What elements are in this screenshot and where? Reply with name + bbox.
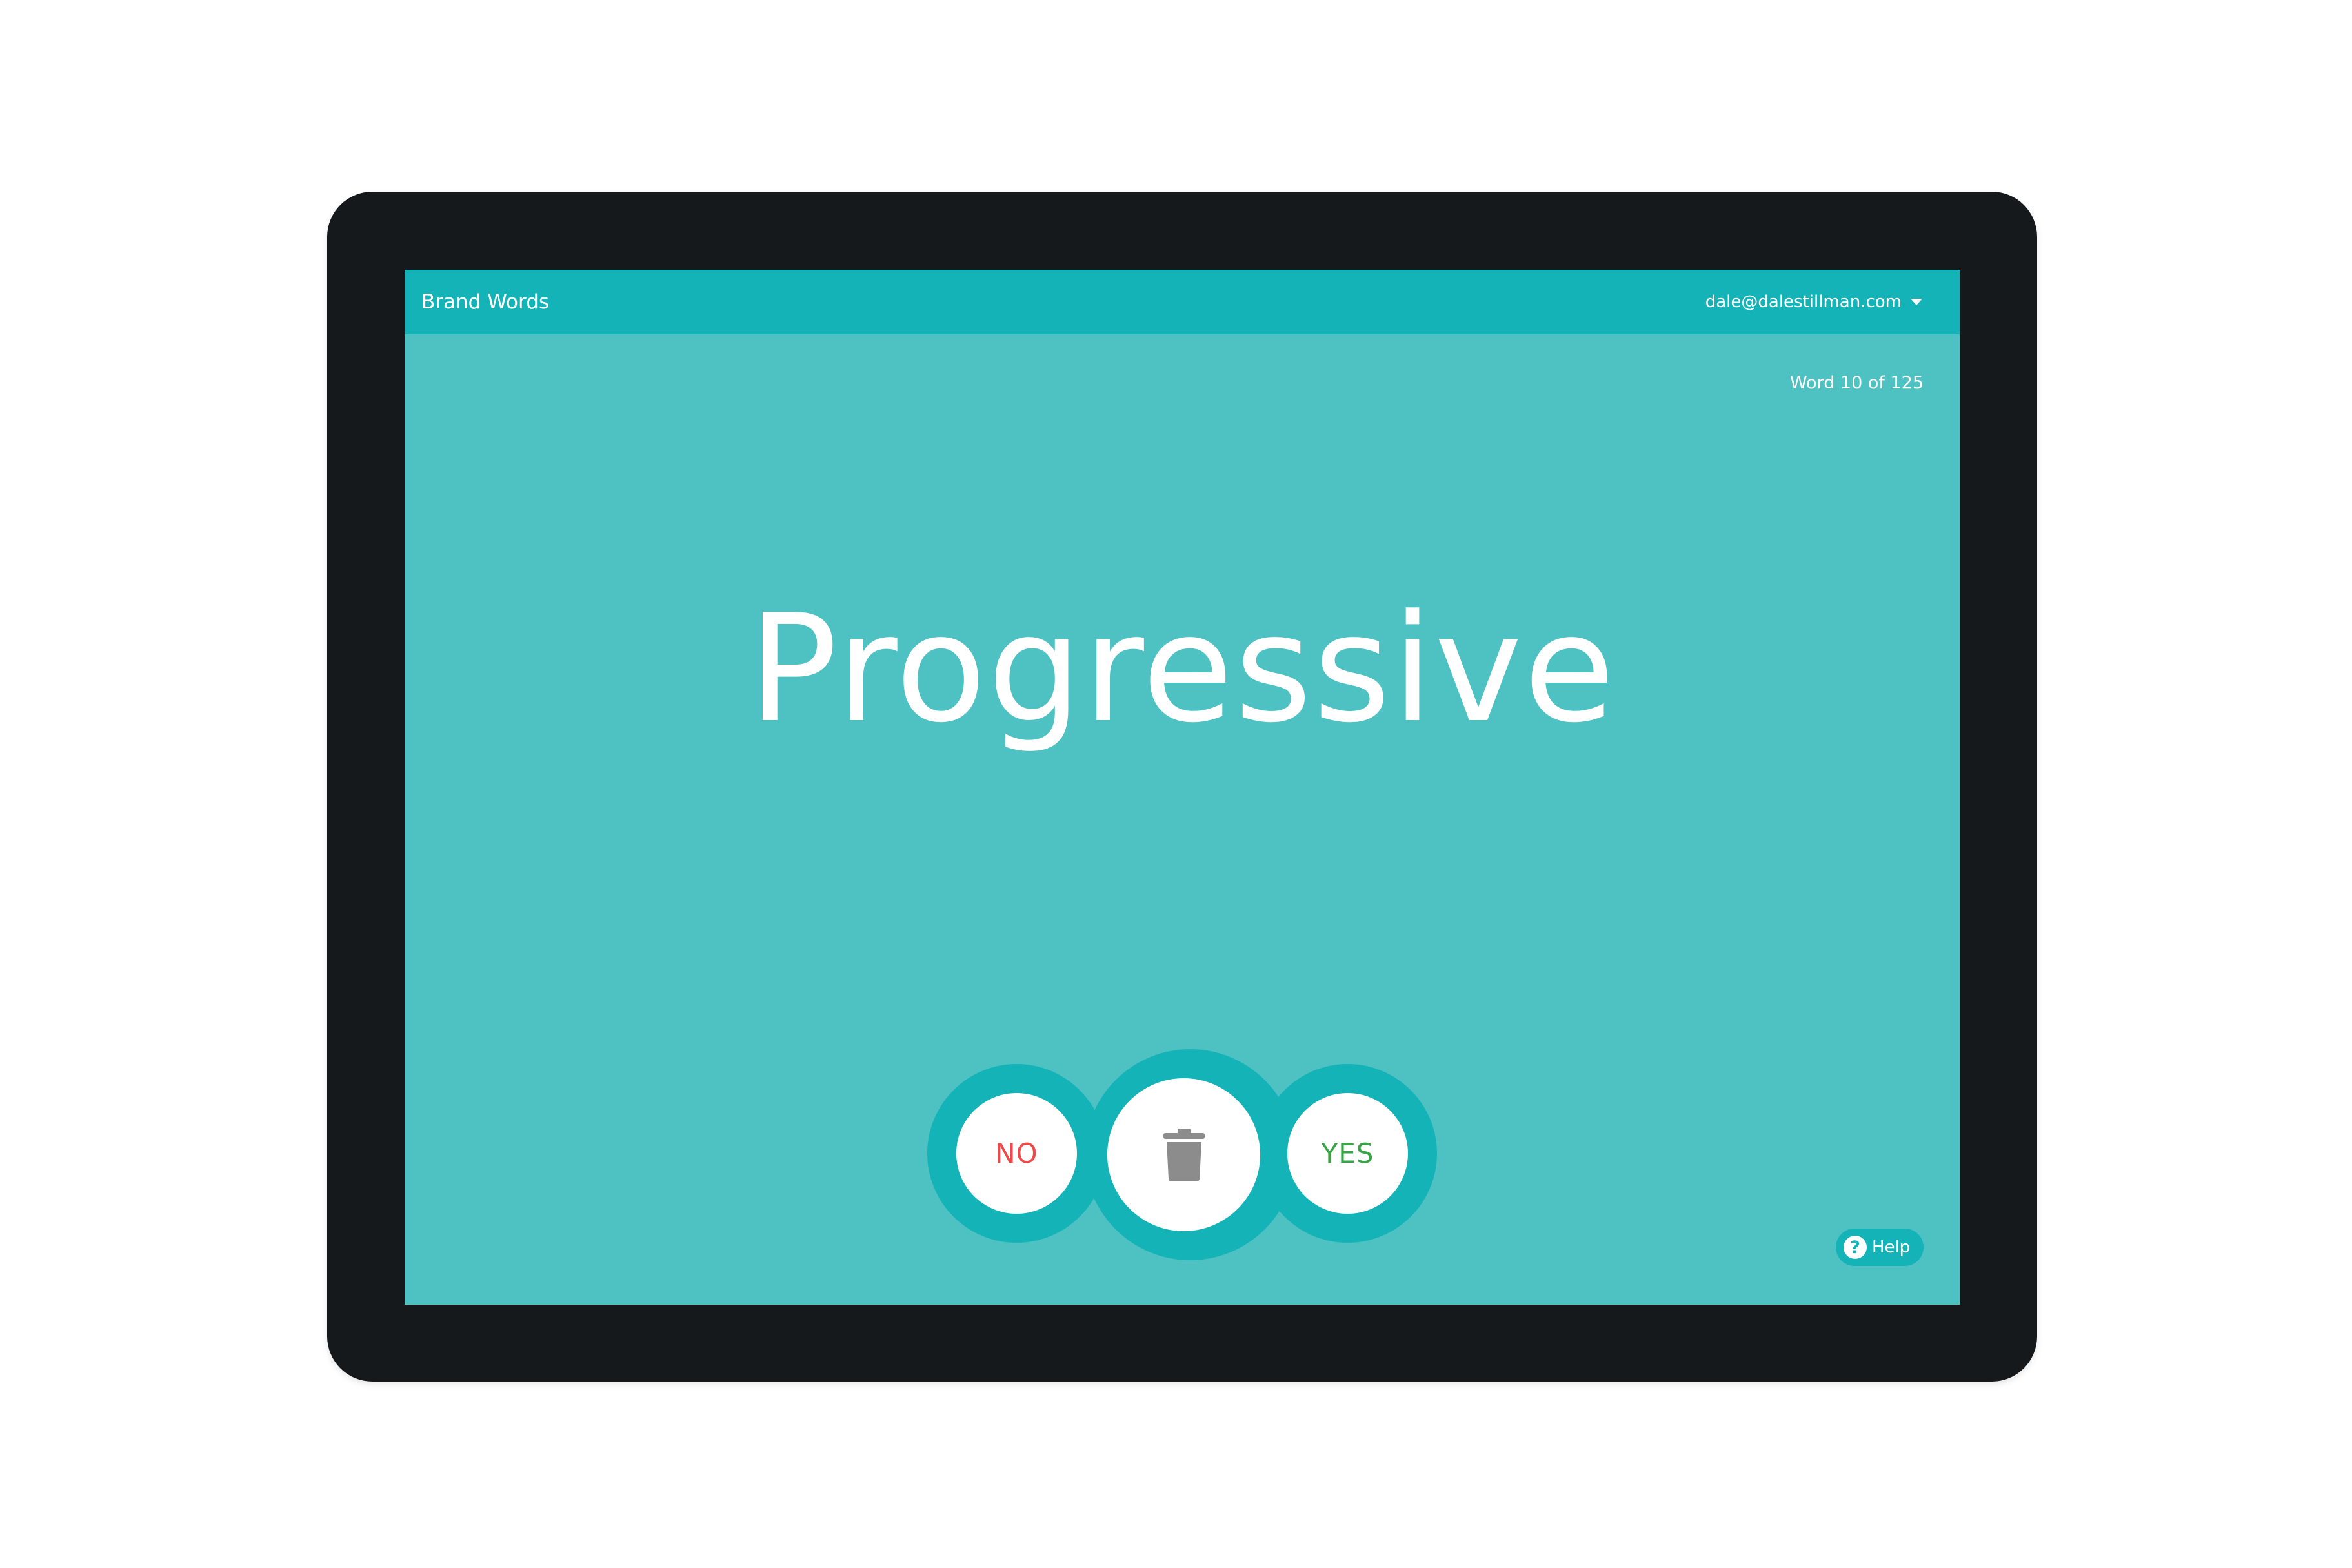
yes-button[interactable]: YES: [1287, 1093, 1408, 1214]
trash-icon: [1163, 1128, 1205, 1181]
app-title: Brand Words: [421, 290, 550, 314]
no-button[interactable]: NO: [956, 1093, 1077, 1214]
current-word: Progressive: [748, 583, 1616, 756]
question-mark-icon: ?: [1844, 1236, 1867, 1259]
app-screen: Brand Words dale@dalestillman.com Word 1…: [405, 270, 1960, 1305]
help-label: Help: [1872, 1238, 1911, 1257]
help-button[interactable]: ? Help: [1836, 1229, 1924, 1266]
delete-button[interactable]: [1107, 1078, 1260, 1231]
top-bar: Brand Words dale@dalestillman.com: [405, 270, 1960, 334]
account-menu[interactable]: dale@dalestillman.com: [1705, 270, 1922, 334]
account-email: dale@dalestillman.com: [1705, 292, 1902, 312]
word-counter: Word 10 of 125: [1789, 373, 1924, 393]
caret-down-icon: [1911, 299, 1922, 305]
